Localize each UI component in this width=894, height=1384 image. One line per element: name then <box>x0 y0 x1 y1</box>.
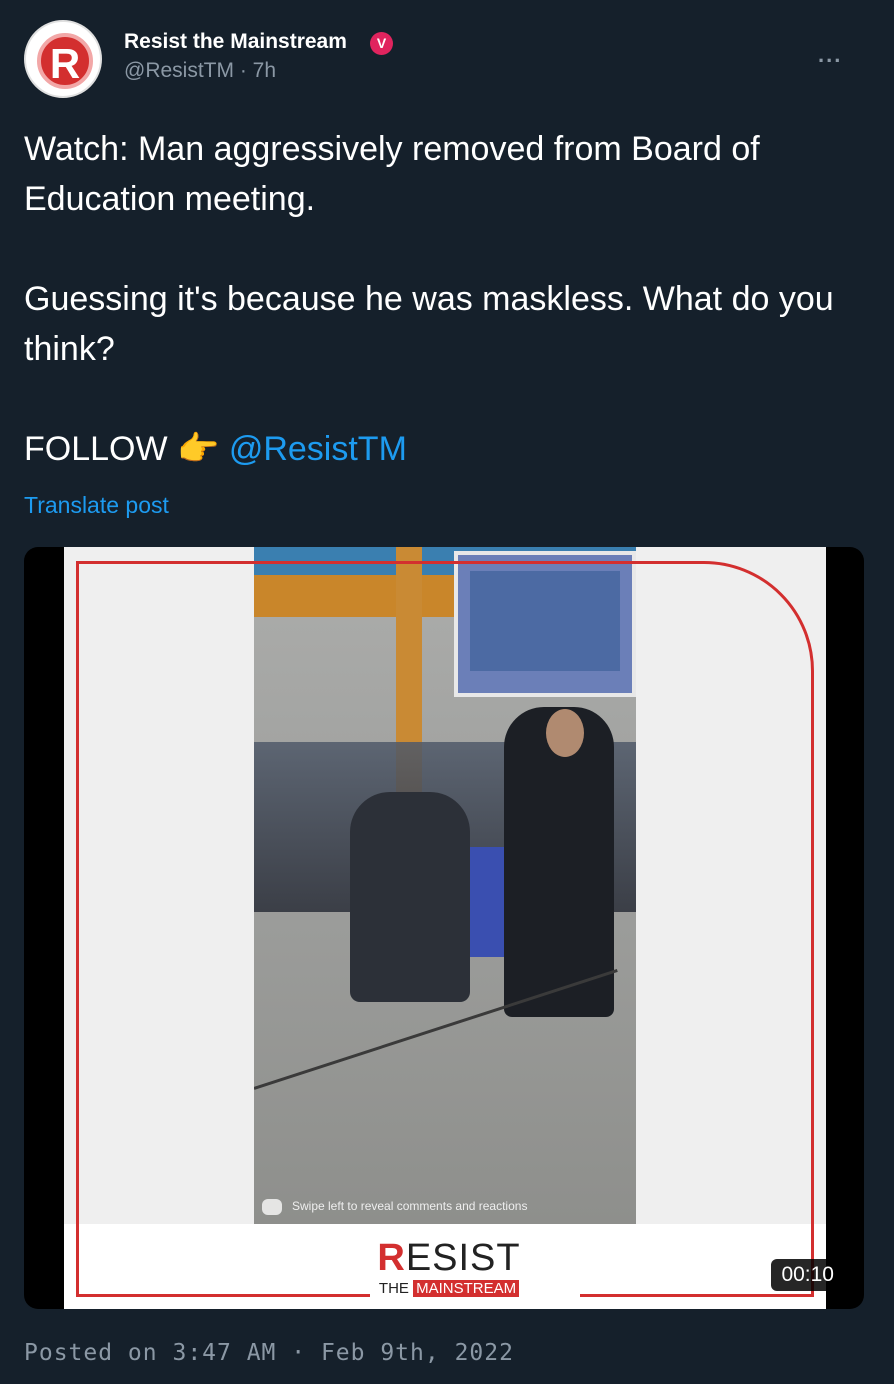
mention-link[interactable]: @ResistTM <box>229 430 407 468</box>
posted-timestamp: Posted on 3:47 AM · Feb 9th, 2022 <box>24 1340 514 1366</box>
avatar-logo: R <box>37 33 93 89</box>
tweet-line-2: Guessing it's because he was maskless. W… <box>24 280 834 368</box>
handle[interactable]: @ResistTM <box>124 59 234 82</box>
translate-post-link[interactable]: Translate post <box>24 492 169 519</box>
follow-label: FOLLOW <box>24 430 168 468</box>
more-dots-icon[interactable]: ... <box>818 42 842 68</box>
time-ago[interactable]: 7h <box>253 59 276 82</box>
handle-line: @ResistTM · 7h <box>124 59 276 83</box>
avatar[interactable]: R <box>24 20 102 98</box>
brand-logo: RESIST THE MAINSTREAM <box>377 1237 521 1297</box>
tweet-text: Watch: Man aggressively removed from Boa… <box>24 124 864 474</box>
video-player[interactable]: Swipe left to reveal comments and reacti… <box>24 547 864 1309</box>
tweet-follow-line: FOLLOW 👉 @ResistTM <box>24 424 864 474</box>
red-frame <box>76 561 814 1297</box>
separator: · <box>239 59 247 82</box>
video-frame: Swipe left to reveal comments and reacti… <box>64 547 826 1309</box>
video-duration: 00:10 <box>771 1259 844 1291</box>
verified-badge-icon: V <box>370 32 393 55</box>
pointing-hand-icon: 👉 <box>177 430 220 468</box>
tweet-line-1: Watch: Man aggressively removed from Boa… <box>24 130 760 218</box>
display-name[interactable]: Resist the Mainstream <box>124 30 347 54</box>
avatar-logo-letter: R <box>49 40 81 87</box>
